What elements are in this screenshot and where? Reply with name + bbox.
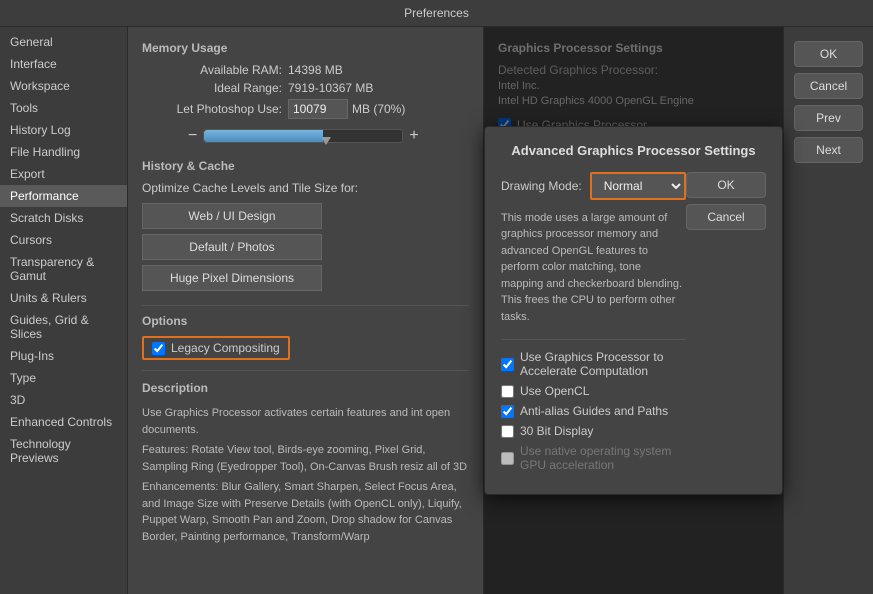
native-gpu-label: Use native operating system GPU accelera… [520, 444, 686, 472]
sidebar-item-interface[interactable]: Interface [0, 53, 127, 75]
memory-slider-container: − + [182, 127, 469, 145]
available-ram-value: 14398 MB [288, 63, 343, 77]
let-photoshop-row: Let Photoshop Use: MB (70%) [142, 99, 469, 119]
title-bar: Preferences [0, 0, 873, 27]
native-gpu-row: Use native operating system GPU accelera… [501, 444, 686, 472]
drawing-mode-row: Drawing Mode: Basic Normal Advanced [501, 172, 686, 200]
default-photos-btn[interactable]: Default / Photos [142, 234, 322, 260]
anti-alias-row: Anti-alias Guides and Paths [501, 404, 686, 418]
30-bit-label: 30 Bit Display [520, 424, 593, 438]
right-panel: Graphics Processor Settings Detected Gra… [483, 27, 783, 594]
native-gpu-checkbox [501, 452, 514, 465]
slider-thumb [321, 137, 331, 147]
ideal-range-value: 7919-10367 MB [288, 81, 373, 95]
sidebar-item-performance[interactable]: Performance [0, 185, 127, 207]
history-cache-section: History & Cache Optimize Cache Levels an… [142, 159, 469, 291]
drawing-mode-select[interactable]: Basic Normal Advanced [590, 172, 686, 200]
huge-pixel-btn[interactable]: Huge Pixel Dimensions [142, 265, 322, 291]
let-photoshop-input[interactable] [288, 99, 348, 119]
buttons-panel: OK Cancel Prev Next [783, 27, 873, 594]
legacy-compositing-label: Legacy Compositing [171, 341, 280, 355]
sidebar-item-cursors[interactable]: Cursors [0, 229, 127, 251]
available-ram-row: Available RAM: 14398 MB [142, 63, 469, 77]
drawing-mode-label: Drawing Mode: [501, 179, 582, 193]
description-text1: Use Graphics Processor activates certain… [142, 405, 469, 438]
modal-content-row: Drawing Mode: Basic Normal Advanced This… [501, 172, 766, 479]
use-opencl-row: Use OpenCL [501, 384, 686, 398]
description-text3: Enhancements: Blur Gallery, Smart Sharpe… [142, 479, 469, 545]
modal-overlay: Advanced Graphics Processor Settings Dra… [484, 27, 783, 594]
prev-button[interactable]: Prev [794, 105, 863, 131]
mode-description: This mode uses a large amount of graphic… [501, 210, 686, 326]
30-bit-checkbox[interactable] [501, 425, 514, 438]
ok-button[interactable]: OK [794, 41, 863, 67]
sidebar-item-guides-grid[interactable]: Guides, Grid & Slices [0, 309, 127, 345]
web-ui-design-btn[interactable]: Web / UI Design [142, 203, 322, 229]
options-divider [142, 305, 469, 306]
photoshop-unit: MB (70%) [352, 102, 405, 116]
use-opencl-label: Use OpenCL [520, 384, 589, 398]
advanced-modal: Advanced Graphics Processor Settings Dra… [484, 126, 783, 496]
anti-alias-checkbox[interactable] [501, 405, 514, 418]
options-title: Options [142, 314, 469, 328]
slider-minus-btn[interactable]: − [182, 127, 203, 145]
available-ram-label: Available RAM: [142, 63, 282, 77]
options-section: Options Legacy Compositing [142, 305, 469, 360]
sidebar-item-history-log[interactable]: History Log [0, 119, 127, 141]
sidebar-item-units-rulers[interactable]: Units & Rulers [0, 287, 127, 309]
modal-title: Advanced Graphics Processor Settings [501, 143, 766, 158]
modal-left: Drawing Mode: Basic Normal Advanced This… [501, 172, 686, 479]
accel-computation-label: Use Graphics Processor to Accelerate Com… [520, 350, 686, 378]
sidebar-item-general[interactable]: General [0, 31, 127, 53]
legacy-compositing-row: Legacy Compositing [142, 336, 469, 360]
accel-computation-checkbox[interactable] [501, 358, 514, 371]
description-section: Description Use Graphics Processor activ… [142, 370, 469, 545]
sidebar-item-plug-ins[interactable]: Plug-Ins [0, 345, 127, 367]
sidebar: General Interface Workspace Tools Histor… [0, 27, 128, 594]
memory-usage-section: Memory Usage Available RAM: 14398 MB Ide… [142, 41, 469, 145]
sidebar-item-3d[interactable]: 3D [0, 389, 127, 411]
sidebar-item-transparency[interactable]: Transparency & Gamut [0, 251, 127, 287]
description-title: Description [142, 379, 469, 397]
sidebar-item-export[interactable]: Export [0, 163, 127, 185]
main-container: General Interface Workspace Tools Histor… [0, 27, 873, 594]
let-photoshop-label: Let Photoshop Use: [142, 102, 282, 116]
use-opencl-checkbox[interactable] [501, 385, 514, 398]
anti-alias-label: Anti-alias Guides and Paths [520, 404, 668, 418]
sidebar-item-file-handling[interactable]: File Handling [0, 141, 127, 163]
modal-right: OK Cancel [686, 172, 766, 479]
sidebar-item-technology-previews[interactable]: Technology Previews [0, 433, 127, 469]
legacy-compositing-checkbox[interactable] [152, 342, 165, 355]
sidebar-item-tools[interactable]: Tools [0, 97, 127, 119]
next-button[interactable]: Next [794, 137, 863, 163]
memory-usage-title: Memory Usage [142, 41, 469, 55]
modal-divider [501, 339, 686, 340]
sidebar-item-enhanced-controls[interactable]: Enhanced Controls [0, 411, 127, 433]
sidebar-item-type[interactable]: Type [0, 367, 127, 389]
modal-cancel-btn[interactable]: Cancel [686, 204, 766, 230]
sidebar-item-scratch-disks[interactable]: Scratch Disks [0, 207, 127, 229]
30-bit-row: 30 Bit Display [501, 424, 686, 438]
history-cache-title: History & Cache [142, 159, 469, 173]
modal-ok-btn[interactable]: OK [686, 172, 766, 198]
description-text2: Features: Rotate View tool, Birds-eye zo… [142, 442, 469, 475]
sidebar-item-workspace[interactable]: Workspace [0, 75, 127, 97]
window-title: Preferences [404, 6, 469, 20]
ideal-range-label: Ideal Range: [142, 81, 282, 95]
optimize-label: Optimize Cache Levels and Tile Size for: [142, 181, 469, 195]
content-area: Memory Usage Available RAM: 14398 MB Ide… [128, 27, 483, 594]
slider-fill [204, 130, 323, 142]
cancel-button[interactable]: Cancel [794, 73, 863, 99]
slider-plus-btn[interactable]: + [403, 127, 424, 145]
desc-divider [142, 370, 469, 371]
ideal-range-row: Ideal Range: 7919-10367 MB [142, 81, 469, 95]
legacy-border: Legacy Compositing [142, 336, 290, 360]
accel-computation-row: Use Graphics Processor to Accelerate Com… [501, 350, 686, 378]
memory-slider-track[interactable] [203, 129, 403, 143]
